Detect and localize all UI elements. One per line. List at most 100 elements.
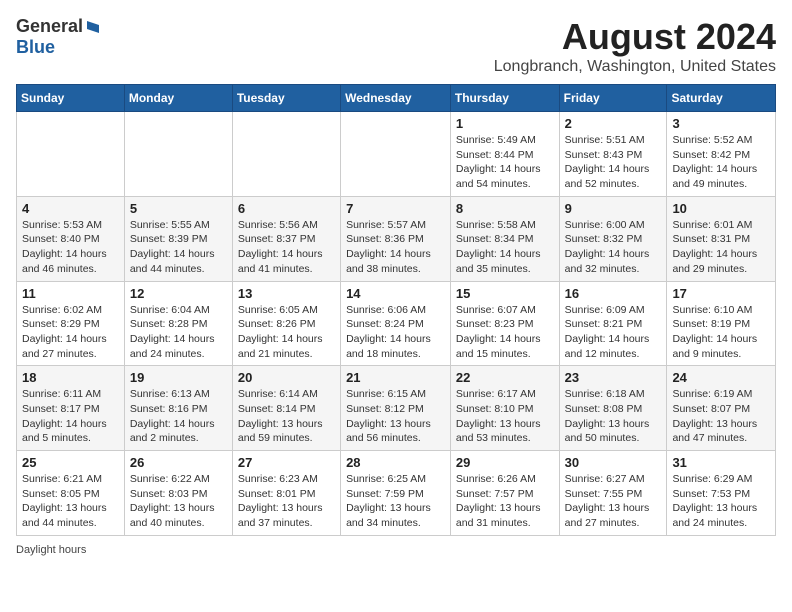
day-number: 12 (130, 286, 227, 301)
day-info: Sunrise: 5:51 AM Sunset: 8:43 PM Dayligh… (565, 133, 662, 192)
day-number: 22 (456, 370, 554, 385)
day-info: Sunrise: 6:10 AM Sunset: 8:19 PM Dayligh… (672, 303, 770, 362)
calendar-week-4: 18 Sunrise: 6:11 AM Sunset: 8:17 PM Dayli… (17, 366, 776, 451)
day-info: Sunrise: 6:07 AM Sunset: 8:23 PM Dayligh… (456, 303, 554, 362)
day-number: 20 (238, 370, 335, 385)
daylight-hours-label: Daylight hours (16, 544, 86, 556)
calendar-cell: 7Sunrise: 5:57 AM Sunset: 8:36 PM Daylig… (341, 196, 451, 281)
day-number: 21 (346, 370, 445, 385)
calendar-cell: 25Sunrise: 6:21 AM Sunset: 8:05 PM Dayli… (17, 451, 125, 536)
calendar-cell (341, 112, 451, 197)
day-number: 23 (565, 370, 662, 385)
calendar-cell: 21 Sunrise: 6:15 AM Sunset: 8:12 PM Dayli… (341, 366, 451, 451)
day-number: 3 (672, 116, 770, 131)
day-info: Sunrise: 6:11 AM Sunset: 8:17 PM Dayligh… (22, 387, 119, 446)
calendar-cell: 2 Sunrise: 5:51 AM Sunset: 8:43 PM Daylig… (559, 112, 667, 197)
title-area: August 2024 Longbranch, Washington, Unit… (494, 16, 776, 76)
calendar-cell: 3 Sunrise: 5:52 AM Sunset: 8:42 PM Daylig… (667, 112, 776, 197)
day-number: 10 (672, 201, 770, 216)
day-info: Sunrise: 6:27 AM Sunset: 7:55 PM Dayligh… (565, 472, 662, 531)
calendar-cell: 10 Sunrise: 6:01 AM Sunset: 8:31 PM Dayli… (667, 196, 776, 281)
logo: General Blue (16, 16, 101, 58)
day-info: Sunrise: 6:06 AM Sunset: 8:24 PM Dayligh… (346, 303, 445, 362)
day-info: Sunrise: 6:04 AM Sunset: 8:28 PM Dayligh… (130, 303, 227, 362)
calendar-cell: 17 Sunrise: 6:10 AM Sunset: 8:19 PM Dayli… (667, 281, 776, 366)
calendar-cell: 23 Sunrise: 6:18 AM Sunset: 8:08 PM Dayli… (559, 366, 667, 451)
day-info: Sunrise: 6:02 AM Sunset: 8:29 PM Dayligh… (22, 303, 119, 362)
day-number: 13 (238, 286, 335, 301)
calendar-cell: 11 Sunrise: 6:02 AM Sunset: 8:29 PM Dayli… (17, 281, 125, 366)
day-info: Sunrise: 6:00 AM Sunset: 8:32 PM Dayligh… (565, 218, 662, 277)
calendar-cell: 29Sunrise: 6:26 AM Sunset: 7:57 PM Dayli… (450, 451, 559, 536)
calendar-cell: 26 Sunrise: 6:22 AM Sunset: 8:03 PM Dayli… (124, 451, 232, 536)
day-info: Sunrise: 6:17 AM Sunset: 8:10 PM Dayligh… (456, 387, 554, 446)
calendar-cell: 4 Sunrise: 5:53 AM Sunset: 8:40 PM Daylig… (17, 196, 125, 281)
day-header-monday: Monday (124, 85, 232, 112)
day-info: Sunrise: 6:25 AM Sunset: 7:59 PM Dayligh… (346, 472, 445, 531)
calendar-cell: 16Sunrise: 6:09 AM Sunset: 8:21 PM Dayli… (559, 281, 667, 366)
day-number: 15 (456, 286, 554, 301)
page-header: General Blue August 2024 Longbranch, Was… (16, 16, 776, 76)
day-number: 19 (130, 370, 227, 385)
day-info: Sunrise: 5:52 AM Sunset: 8:42 PM Dayligh… (672, 133, 770, 192)
day-number: 17 (672, 286, 770, 301)
day-number: 29 (456, 455, 554, 470)
day-header-tuesday: Tuesday (232, 85, 340, 112)
day-number: 9 (565, 201, 662, 216)
day-number: 2 (565, 116, 662, 131)
calendar-table: SundayMondayTuesdayWednesdayThursdayFrid… (16, 84, 776, 536)
day-number: 24 (672, 370, 770, 385)
day-number: 11 (22, 286, 119, 301)
day-info: Sunrise: 6:15 AM Sunset: 8:12 PM Dayligh… (346, 387, 445, 446)
day-info: Sunrise: 5:49 AM Sunset: 8:44 PM Dayligh… (456, 133, 554, 192)
calendar-week-2: 4 Sunrise: 5:53 AM Sunset: 8:40 PM Daylig… (17, 196, 776, 281)
month-title: August 2024 (494, 16, 776, 58)
day-number: 8 (456, 201, 554, 216)
calendar-cell: 8Sunrise: 5:58 AM Sunset: 8:34 PM Daylig… (450, 196, 559, 281)
day-info: Sunrise: 5:55 AM Sunset: 8:39 PM Dayligh… (130, 218, 227, 277)
day-info: Sunrise: 6:13 AM Sunset: 8:16 PM Dayligh… (130, 387, 227, 446)
calendar-week-1: 1 Sunrise: 5:49 AM Sunset: 8:44 PM Daylig… (17, 112, 776, 197)
calendar-cell: 13 Sunrise: 6:05 AM Sunset: 8:26 PM Dayli… (232, 281, 340, 366)
logo-general: General (16, 16, 83, 37)
day-number: 27 (238, 455, 335, 470)
day-number: 18 (22, 370, 119, 385)
calendar-cell: 31Sunrise: 6:29 AM Sunset: 7:53 PM Dayli… (667, 451, 776, 536)
day-number: 4 (22, 201, 119, 216)
calendar-cell: 20 Sunrise: 6:14 AM Sunset: 8:14 PM Dayli… (232, 366, 340, 451)
calendar-cell: 6Sunrise: 5:56 AM Sunset: 8:37 PM Daylig… (232, 196, 340, 281)
day-number: 25 (22, 455, 119, 470)
day-number: 28 (346, 455, 445, 470)
day-info: Sunrise: 6:22 AM Sunset: 8:03 PM Dayligh… (130, 472, 227, 531)
calendar-cell: 1 Sunrise: 5:49 AM Sunset: 8:44 PM Daylig… (450, 112, 559, 197)
calendar-cell: 18 Sunrise: 6:11 AM Sunset: 8:17 PM Dayli… (17, 366, 125, 451)
day-header-thursday: Thursday (450, 85, 559, 112)
calendar-cell: 30Sunrise: 6:27 AM Sunset: 7:55 PM Dayli… (559, 451, 667, 536)
day-info: Sunrise: 6:05 AM Sunset: 8:26 PM Dayligh… (238, 303, 335, 362)
day-info: Sunrise: 6:19 AM Sunset: 8:07 PM Dayligh… (672, 387, 770, 446)
location-title: Longbranch, Washington, United States (494, 58, 776, 76)
day-info: Sunrise: 6:09 AM Sunset: 8:21 PM Dayligh… (565, 303, 662, 362)
day-number: 7 (346, 201, 445, 216)
day-info: Sunrise: 6:14 AM Sunset: 8:14 PM Dayligh… (238, 387, 335, 446)
calendar-cell (232, 112, 340, 197)
day-number: 1 (456, 116, 554, 131)
calendar-header-row: SundayMondayTuesdayWednesdayThursdayFrid… (17, 85, 776, 112)
day-info: Sunrise: 6:01 AM Sunset: 8:31 PM Dayligh… (672, 218, 770, 277)
calendar-cell: 15 Sunrise: 6:07 AM Sunset: 8:23 PM Dayli… (450, 281, 559, 366)
calendar-cell: 27Sunrise: 6:23 AM Sunset: 8:01 PM Dayli… (232, 451, 340, 536)
day-info: Sunrise: 5:53 AM Sunset: 8:40 PM Dayligh… (22, 218, 119, 277)
calendar-cell: 19 Sunrise: 6:13 AM Sunset: 8:16 PM Dayli… (124, 366, 232, 451)
calendar-cell (124, 112, 232, 197)
day-header-saturday: Saturday (667, 85, 776, 112)
calendar-cell: 5Sunrise: 5:55 AM Sunset: 8:39 PM Daylig… (124, 196, 232, 281)
day-info: Sunrise: 6:18 AM Sunset: 8:08 PM Dayligh… (565, 387, 662, 446)
day-header-sunday: Sunday (17, 85, 125, 112)
calendar-week-3: 11 Sunrise: 6:02 AM Sunset: 8:29 PM Dayli… (17, 281, 776, 366)
day-header-wednesday: Wednesday (341, 85, 451, 112)
calendar-cell: 14Sunrise: 6:06 AM Sunset: 8:24 PM Dayli… (341, 281, 451, 366)
day-number: 26 (130, 455, 227, 470)
day-header-friday: Friday (559, 85, 667, 112)
day-number: 31 (672, 455, 770, 470)
footer-note: Daylight hours (16, 544, 776, 556)
